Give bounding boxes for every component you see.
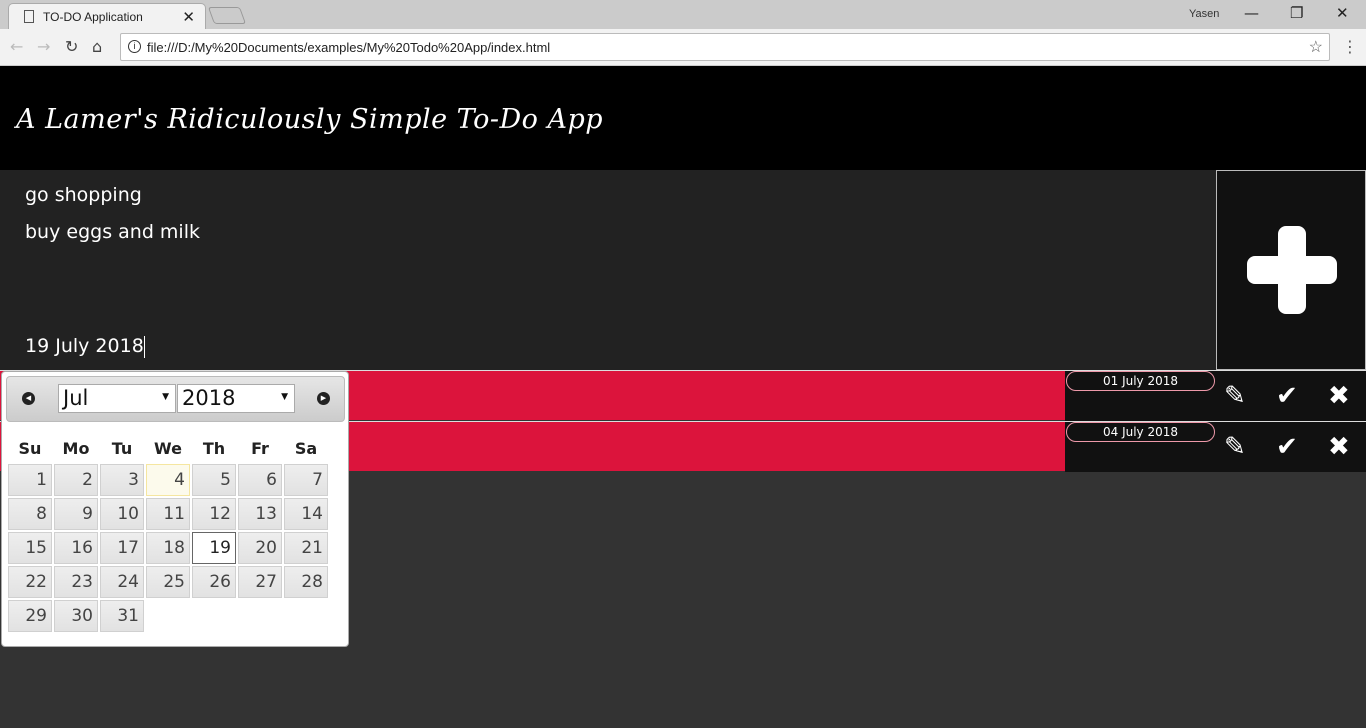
day-31[interactable]: 31 <box>100 600 144 632</box>
day-4[interactable]: 4 <box>146 464 190 496</box>
browser-toolbar: ← → ↻ ⌂ i file:///D:/My%20Documents/examp… <box>0 29 1366 66</box>
add-todo-button[interactable] <box>1216 170 1366 370</box>
todo-description-input[interactable]: buy eggs and milk <box>25 221 1191 243</box>
empty-cell <box>238 600 282 632</box>
day-21[interactable]: 21 <box>284 532 328 564</box>
back-icon[interactable]: ← <box>10 37 23 56</box>
browser-tabbar: TO-DO Application ✕ Yasen — ❐ ✕ <box>0 0 1366 30</box>
profile-name[interactable]: Yasen <box>1189 8 1219 20</box>
year-value: 2018 <box>182 386 236 410</box>
due-date-badge: 01 July 2018 <box>1066 371 1215 391</box>
weekday-header: Su <box>18 438 42 458</box>
day-2[interactable]: 2 <box>54 464 98 496</box>
day-17[interactable]: 17 <box>100 532 144 564</box>
day-14[interactable]: 14 <box>284 498 328 530</box>
month-value: Jul <box>63 386 89 410</box>
browser-tab[interactable]: TO-DO Application ✕ <box>8 3 206 30</box>
day-11[interactable]: 11 <box>146 498 190 530</box>
menu-icon[interactable]: ⋮ <box>1342 37 1358 56</box>
url-text: file:///D:/My%20Documents/examples/My%20… <box>147 40 551 55</box>
weekday-header: Sa <box>294 438 318 458</box>
empty-cell <box>284 600 328 632</box>
day-19[interactable]: 19 <box>192 532 236 564</box>
delete-icon[interactable]: ✖ <box>1328 381 1350 411</box>
minimize-icon[interactable]: — <box>1244 4 1259 22</box>
bookmark-star-icon[interactable]: ☆ <box>1309 37 1323 57</box>
day-6[interactable]: 6 <box>238 464 282 496</box>
day-28[interactable]: 28 <box>284 566 328 598</box>
datepicker: ◀ Jul ▼ 2018 ▼ ▶ Su Mo Tu We Th Fr Sa 1 2 3 4 5 6 7 8 9 10… <box>1 371 349 647</box>
weekday-header: Fr <box>251 438 269 458</box>
day-20[interactable]: 20 <box>238 532 282 564</box>
day-30[interactable]: 30 <box>54 600 98 632</box>
app-header: A Lamer's Ridiculously Simple To-Do App <box>0 66 1366 170</box>
year-select[interactable]: 2018 ▼ <box>177 384 295 413</box>
prev-month-icon[interactable]: ◀ <box>22 392 35 405</box>
check-icon[interactable]: ✔ <box>1276 381 1298 411</box>
close-window-icon[interactable]: ✕ <box>1336 4 1349 22</box>
dropdown-arrow-icon: ▼ <box>281 392 288 402</box>
day-10[interactable]: 10 <box>100 498 144 530</box>
due-date-badge: 04 July 2018 <box>1066 422 1215 442</box>
date-value: 19 July 2018 <box>25 335 144 357</box>
next-month-icon[interactable]: ▶ <box>317 392 330 405</box>
restore-icon[interactable]: ❐ <box>1290 4 1303 22</box>
day-18[interactable]: 18 <box>146 532 190 564</box>
delete-icon[interactable]: ✖ <box>1328 432 1350 462</box>
dropdown-arrow-icon: ▼ <box>162 392 169 402</box>
calendar-grid: Su Mo Tu We Th Fr Sa 1 2 3 4 5 6 7 8 9 10 11 12 13 14 15 16 17 1… <box>6 432 330 634</box>
day-29[interactable]: 29 <box>8 600 52 632</box>
day-1[interactable]: 1 <box>8 464 52 496</box>
calendar-week: 29 30 31 <box>8 600 328 632</box>
day-22[interactable]: 22 <box>8 566 52 598</box>
info-icon[interactable]: i <box>128 40 141 53</box>
day-8[interactable]: 8 <box>8 498 52 530</box>
day-5[interactable]: 5 <box>192 464 236 496</box>
forward-icon[interactable]: → <box>37 37 50 56</box>
new-todo-form[interactable]: go shopping buy eggs and milk 19 July 20… <box>0 170 1216 370</box>
day-25[interactable]: 25 <box>146 566 190 598</box>
day-9[interactable]: 9 <box>54 498 98 530</box>
reload-icon[interactable]: ↻ <box>65 37 78 56</box>
weekday-header: Mo <box>62 438 90 458</box>
weekday-header: Tu <box>111 438 133 458</box>
empty-cell <box>146 600 190 632</box>
day-24[interactable]: 24 <box>100 566 144 598</box>
datepicker-header: ◀ Jul ▼ 2018 ▼ ▶ <box>6 376 345 422</box>
day-23[interactable]: 23 <box>54 566 98 598</box>
day-12[interactable]: 12 <box>192 498 236 530</box>
calendar-week: 1234567 <box>8 464 328 496</box>
check-icon[interactable]: ✔ <box>1276 432 1298 462</box>
close-tab-icon[interactable]: ✕ <box>182 8 195 26</box>
text-caret <box>143 335 145 358</box>
day-27[interactable]: 27 <box>238 566 282 598</box>
document-icon <box>24 10 34 23</box>
day-16[interactable]: 16 <box>54 532 98 564</box>
weekday-header: We <box>154 438 182 458</box>
weekday-header: Th <box>202 438 226 458</box>
day-26[interactable]: 26 <box>192 566 236 598</box>
edit-icon[interactable]: ✎ <box>1224 381 1246 411</box>
month-select[interactable]: Jul ▼ <box>58 384 176 413</box>
edit-icon[interactable]: ✎ <box>1224 432 1246 462</box>
day-3[interactable]: 3 <box>100 464 144 496</box>
plus-icon-vertical <box>1278 226 1306 314</box>
calendar-week: 22 23 24 25 26 27 28 <box>8 566 328 598</box>
home-icon[interactable]: ⌂ <box>92 37 102 56</box>
calendar-week: 15 16 17 18 19 20 21 <box>8 532 328 564</box>
day-13[interactable]: 13 <box>238 498 282 530</box>
todo-title-input[interactable]: go shopping <box>25 184 1191 206</box>
empty-cell <box>192 600 236 632</box>
day-7[interactable]: 7 <box>284 464 328 496</box>
address-bar[interactable]: i file:///D:/My%20Documents/examples/My%2… <box>120 33 1330 61</box>
todo-date-input[interactable]: 19 July 2018 <box>25 335 145 358</box>
day-15[interactable]: 15 <box>8 532 52 564</box>
new-tab-button[interactable] <box>207 7 247 24</box>
tab-title: TO-DO Application <box>43 10 143 24</box>
calendar-week: 8 9 10 11 12 13 14 <box>8 498 328 530</box>
app-title: A Lamer's Ridiculously Simple To-Do App <box>16 104 604 135</box>
